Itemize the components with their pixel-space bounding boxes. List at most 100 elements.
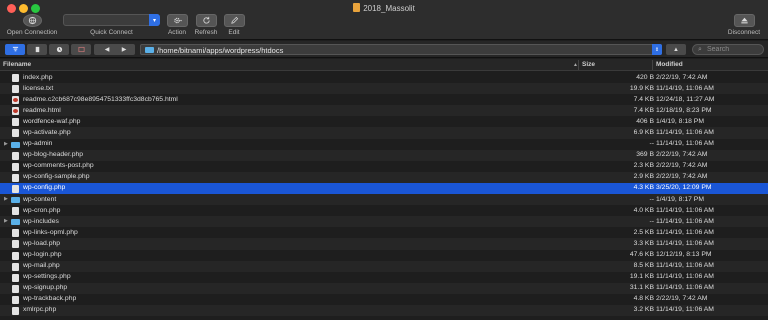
- modified-column-header[interactable]: Modified: [656, 61, 683, 68]
- bonjour-view-button[interactable]: [71, 44, 91, 55]
- search-field[interactable]: ⌕: [692, 44, 764, 55]
- file-icon: [12, 273, 19, 282]
- file-name: wp-mail.php: [23, 262, 60, 270]
- disclosure-triangle-icon[interactable]: ▶: [4, 141, 8, 147]
- file-size: 2.3 KB: [633, 162, 654, 170]
- file-size: 3.2 KB: [633, 306, 654, 314]
- file-icon: [12, 284, 19, 293]
- file-modified: 11/14/19, 11:06 AM: [656, 262, 714, 270]
- file-row[interactable]: wp-config-sample.php 2.9 KB 2/22/19, 7:42 …: [0, 171, 768, 183]
- file-icon: [12, 184, 19, 193]
- file-size: 7.4 KB: [633, 95, 654, 103]
- file-size: 19.1 KB: [629, 273, 654, 281]
- path-select[interactable]: /home/bitnami/apps/wordpress/htdocs ⇕: [140, 44, 662, 55]
- parent-directory-button[interactable]: ▲: [666, 44, 686, 55]
- file-size: 3.3 KB: [633, 239, 654, 247]
- file-row[interactable]: readme.html 7.4 KB 12/18/19, 8:23 PM: [0, 105, 768, 117]
- open-connection-button[interactable]: Open Connection: [4, 14, 60, 36]
- file-row[interactable]: xmlrpc.php 3.2 KB 11/14/19, 11:06 AM: [0, 304, 768, 317]
- refresh-label: Refresh: [194, 29, 218, 36]
- file-row[interactable]: ▶ wp-includes -- 11/14/19, 11:06 AM: [0, 216, 768, 228]
- file-row[interactable]: wordfence-waf.php 406 B 1/4/19, 8:18 PM: [0, 116, 768, 127]
- file-row[interactable]: ▶ wp-content -- 1/4/19, 8:17 PM: [0, 194, 768, 206]
- column-divider[interactable]: [578, 60, 579, 70]
- file-row[interactable]: license.txt 19.9 KB 11/14/19, 11:06 AM: [0, 83, 768, 95]
- file-modified: 11/14/19, 11:06 AM: [656, 128, 714, 136]
- file-row[interactable]: wp-config.php 4.3 KB 3/25/20, 12:09 PM: [0, 182, 768, 195]
- size-column-header[interactable]: Size: [582, 61, 595, 68]
- edit-label: Edit: [228, 29, 240, 36]
- file-size: 420 B: [636, 73, 654, 81]
- file-modified: 2/22/19, 7:42 AM: [656, 162, 708, 170]
- clock-icon: [56, 46, 62, 53]
- file-row[interactable]: wp-login.php 47.6 KB 12/12/19, 8:13 PM: [0, 250, 768, 261]
- file-size: 2.9 KB: [633, 173, 654, 181]
- file-modified: 11/14/19, 11:06 AM: [656, 239, 714, 247]
- column-divider[interactable]: [652, 60, 653, 70]
- history-view-button[interactable]: [49, 44, 69, 55]
- file-icon: [12, 262, 19, 271]
- file-name: wordfence-waf.php: [23, 117, 81, 125]
- file-modified: 12/12/19, 8:13 PM: [656, 251, 712, 258]
- file-size: 7.4 KB: [633, 106, 654, 114]
- file-row[interactable]: wp-links-opml.php 2.5 KB 11/14/19, 11:06 A…: [0, 227, 768, 238]
- file-size: 4.0 KB: [633, 206, 654, 214]
- search-input[interactable]: [707, 45, 761, 54]
- file-name: wp-admin: [23, 140, 53, 148]
- file-name: wp-login.php: [23, 251, 62, 258]
- file-row[interactable]: wp-settings.php 19.1 KB 11/14/19, 11:06 AM: [0, 272, 768, 283]
- file-icon: [12, 251, 19, 260]
- refresh-button[interactable]: Refresh: [193, 14, 219, 36]
- file-row[interactable]: wp-signup.php 31.1 KB 11/14/19, 11:06 AM: [0, 282, 768, 294]
- file-row[interactable]: wp-mail.php 8.5 KB 11/14/19, 11:06 AM: [0, 260, 768, 272]
- file-size: 8.5 KB: [633, 262, 654, 270]
- refresh-icon: [195, 14, 217, 27]
- file-row[interactable]: readme.c2cb687c98e8954751333ffc3d8cb765.…: [0, 94, 768, 105]
- file-name: wp-links-opml.php: [23, 228, 78, 236]
- file-row[interactable]: wp-comments-post.php 2.3 KB 2/22/19, 7:42 …: [0, 161, 768, 172]
- current-path: /home/bitnami/apps/wordpress/htdocs: [157, 46, 284, 55]
- book-icon: [35, 46, 39, 53]
- file-name: readme.html: [23, 106, 61, 114]
- file-row[interactable]: wp-activate.php 6.9 KB 11/14/19, 11:06 AM: [0, 127, 768, 139]
- browser-view-button[interactable]: [5, 44, 25, 55]
- file-row[interactable]: wp-blog-header.php 369 B 2/22/19, 7:42 AM: [0, 149, 768, 161]
- action-label: Action: [167, 29, 187, 36]
- filename-column-header[interactable]: Filename: [3, 61, 31, 68]
- file-name: wp-load.php: [23, 239, 61, 247]
- disconnect-button[interactable]: Disconnect: [724, 14, 764, 36]
- file-row[interactable]: ▶ wp-admin -- 11/14/19, 11:06 AM: [0, 139, 768, 150]
- file-name: wp-comments-post.php: [23, 162, 94, 170]
- bookmarks-view-button[interactable]: [27, 44, 47, 55]
- file-size: 406 B: [636, 117, 654, 125]
- disclosure-triangle-icon[interactable]: ▶: [4, 218, 8, 224]
- window-title-text: 2018_Massolit: [363, 4, 415, 13]
- folder-icon: [11, 141, 20, 148]
- edit-button[interactable]: Edit: [221, 14, 247, 36]
- globe-plus-icon: [22, 14, 42, 27]
- file-icon: [12, 207, 19, 216]
- file-row[interactable]: wp-trackback.php 4.8 KB 2/22/19, 7:42 AM: [0, 294, 768, 305]
- file-row[interactable]: index.php 420 B 2/22/19, 7:42 AM: [0, 72, 768, 83]
- file-size: 4.8 KB: [633, 295, 654, 303]
- file-size: 4.3 KB: [633, 184, 654, 192]
- folder-icon: [11, 197, 20, 204]
- sort-ascending-icon: ▲: [573, 62, 578, 68]
- file-row[interactable]: wp-load.php 3.3 KB 11/14/19, 11:06 AM: [0, 238, 768, 250]
- file-name: wp-cron.php: [23, 206, 61, 214]
- file-modified: 2/22/19, 7:42 AM: [656, 295, 708, 303]
- disclosure-triangle-icon[interactable]: ▶: [4, 196, 8, 202]
- quick-connect-select[interactable]: ▾: [63, 14, 160, 26]
- file-icon: [12, 118, 19, 127]
- file-modified: 11/14/19, 11:06 AM: [656, 273, 714, 281]
- chevron-down-icon: ▾: [149, 14, 160, 26]
- file-name: wp-config-sample.php: [23, 173, 90, 181]
- file-row[interactable]: wp-cron.php 4.0 KB 11/14/19, 11:06 AM: [0, 205, 768, 216]
- file-modified: 11/14/19, 11:06 AM: [656, 140, 714, 148]
- gear-icon: [166, 14, 188, 27]
- path-bar: ◀ ▶ /home/bitnami/apps/wordpress/htdocs …: [0, 41, 768, 58]
- action-button[interactable]: Action: [164, 14, 190, 36]
- file-modified: 2/22/19, 7:42 AM: [656, 151, 708, 159]
- file-name: wp-signup.php: [23, 284, 68, 292]
- forward-button[interactable]: ▶: [113, 44, 135, 55]
